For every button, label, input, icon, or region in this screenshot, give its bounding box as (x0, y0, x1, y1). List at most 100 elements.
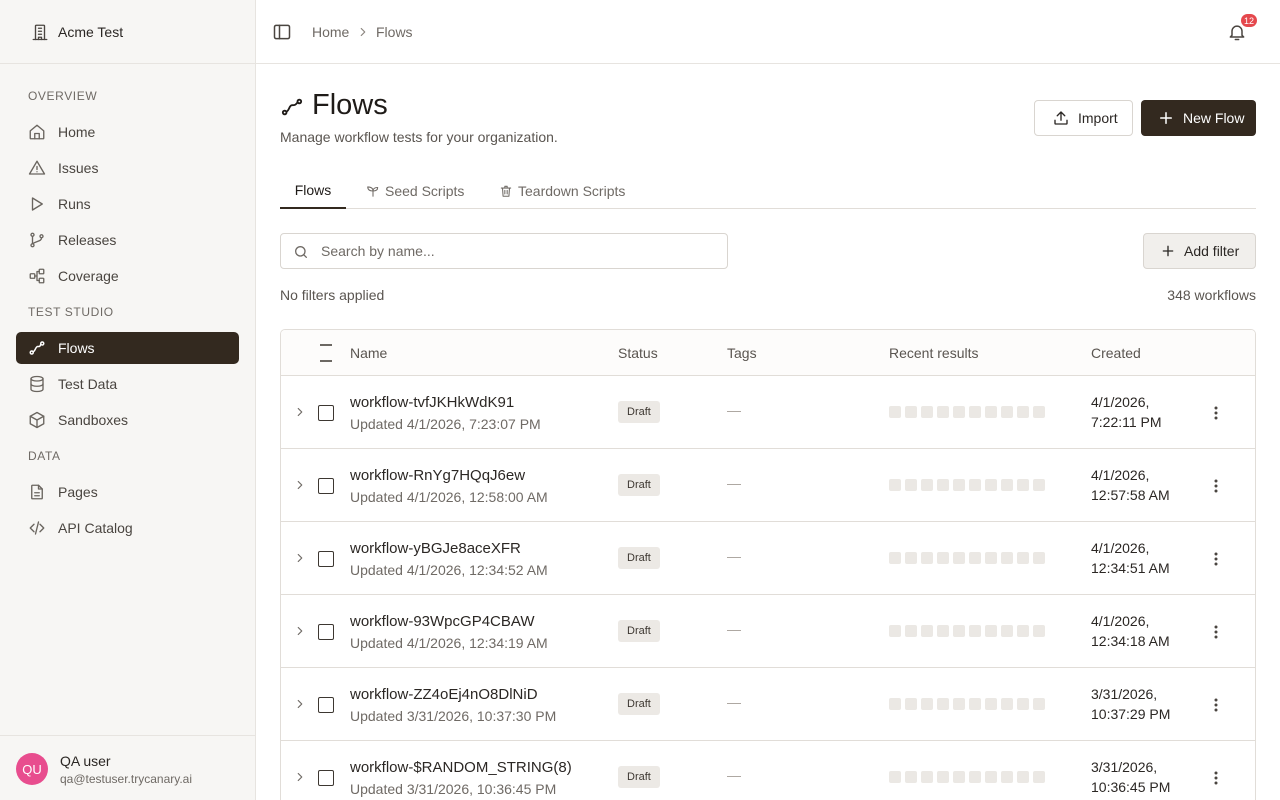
result-placeholder (1001, 625, 1013, 637)
tab-label: Flows (294, 181, 332, 198)
result-placeholder (1033, 552, 1045, 564)
sidebar-item-pages[interactable]: Pages (16, 476, 239, 508)
org-name: Acme Test (58, 23, 124, 40)
result-placeholder (889, 625, 901, 637)
result-placeholder (969, 406, 981, 418)
recent-results (889, 771, 1045, 783)
expand-chevron-icon[interactable] (293, 405, 307, 419)
sidebar-toggle-icon[interactable] (272, 22, 292, 42)
expand-chevron-icon[interactable] (293, 551, 307, 565)
table-row[interactable]: workflow-yBGJe8aceXFR Updated 4/1/2026, 1… (281, 522, 1255, 595)
file-text-icon (31, 484, 43, 500)
sidebar: Acme Test OVERVIEW Home Issues Runs Rele… (0, 0, 256, 800)
more-options-icon[interactable] (1206, 624, 1226, 640)
sidebar-item-label: Coverage (58, 268, 119, 284)
recent-results (889, 698, 1045, 710)
result-placeholder (889, 552, 901, 564)
column-header-tags[interactable]: Tags (727, 345, 757, 361)
sidebar-item-api-catalog[interactable]: API Catalog (16, 512, 239, 544)
search-input[interactable] (321, 234, 721, 268)
expand-chevron-icon[interactable] (293, 478, 307, 492)
result-placeholder (1017, 625, 1029, 637)
tab-label: Teardown Scripts (518, 182, 626, 199)
tab-seed-scripts[interactable]: Seed Scripts (366, 172, 464, 209)
route-icon (29, 341, 45, 355)
plus-icon (1160, 112, 1172, 124)
result-placeholder (1017, 771, 1029, 783)
more-options-icon[interactable] (1206, 478, 1226, 494)
row-checkbox[interactable] (318, 478, 334, 494)
more-options-icon[interactable] (1206, 551, 1226, 567)
result-placeholder (1033, 625, 1045, 637)
expand-chevron-icon[interactable] (293, 624, 307, 638)
workflow-name[interactable]: workflow-yBGJe8aceXFR (350, 540, 521, 557)
tab-teardown-scripts[interactable]: Teardown Scripts (499, 172, 625, 209)
table-row[interactable]: workflow-ZZ4oEj4nO8DlNiD Updated 3/31/202… (281, 668, 1255, 741)
result-placeholder (985, 552, 997, 564)
table-row[interactable]: workflow-93WpcGP4CBAW Updated 4/1/2026, 1… (281, 595, 1255, 668)
org-switcher[interactable]: Acme Test (0, 0, 255, 64)
sidebar-item-label: Test Data (58, 376, 118, 392)
result-placeholder (985, 698, 997, 710)
column-header-name[interactable]: Name (350, 345, 387, 361)
user-menu[interactable]: QU QA user qa@testuser.trycanary.ai (0, 735, 255, 800)
result-placeholder (889, 479, 901, 491)
sidebar-item-runs[interactable]: Runs (16, 188, 239, 220)
workflow-name[interactable]: workflow-$RANDOM_STRING(8) (350, 759, 572, 776)
table-row[interactable]: workflow-RnYg7HQqJ6ew Updated 4/1/2026, 1… (281, 449, 1255, 522)
box-icon (29, 411, 45, 429)
sprout-icon (367, 185, 379, 197)
created-date: 4/1/2026, 12:34:51 AM (1091, 540, 1170, 576)
chevron-right-icon (360, 27, 366, 37)
user-email: qa@testuser.trycanary.ai (60, 772, 193, 786)
new-flow-button-label: New Flow (1183, 110, 1245, 126)
new-flow-button[interactable]: New Flow (1141, 100, 1256, 136)
more-options-icon[interactable] (1206, 697, 1226, 713)
row-checkbox[interactable] (318, 697, 334, 713)
result-placeholder (905, 625, 917, 637)
add-filter-button[interactable]: Add filter (1143, 233, 1256, 269)
sidebar-item-label: Issues (58, 160, 99, 176)
sidebar-item-label: Releases (58, 232, 117, 248)
workflow-name[interactable]: workflow-93WpcGP4CBAW (350, 613, 534, 630)
column-header-status[interactable]: Status (618, 345, 658, 361)
result-placeholder (1017, 552, 1029, 564)
column-header-created[interactable]: Created (1091, 345, 1141, 361)
workflow-name[interactable]: workflow-ZZ4oEj4nO8DlNiD (350, 686, 538, 703)
sidebar-item-flows[interactable]: Flows (16, 332, 239, 364)
column-header-recent-results[interactable]: Recent results (889, 345, 978, 361)
breadcrumb-home[interactable]: Home (312, 24, 349, 40)
sidebar-item-test-data[interactable]: Test Data (16, 368, 239, 400)
result-placeholder (905, 479, 917, 491)
table-row[interactable]: workflow-$RANDOM_STRING(8) Updated 3/31/2… (281, 741, 1255, 800)
sidebar-item-label: Pages (58, 484, 98, 500)
result-placeholder (921, 771, 933, 783)
import-button[interactable]: Import (1034, 100, 1133, 136)
sidebar-item-home[interactable]: Home (16, 116, 239, 148)
expand-chevron-icon[interactable] (293, 770, 307, 784)
row-checkbox[interactable] (318, 405, 334, 421)
select-all-checkbox[interactable] (319, 344, 333, 362)
expand-chevron-icon[interactable] (293, 697, 307, 711)
row-checkbox[interactable] (318, 551, 334, 567)
sidebar-item-issues[interactable]: Issues (16, 152, 239, 184)
recent-results (889, 406, 1045, 418)
result-placeholder (937, 479, 949, 491)
sidebar-item-releases[interactable]: Releases (16, 224, 239, 256)
workflow-name[interactable]: workflow-tvfJKHkWdK91 (350, 394, 514, 411)
status-badge: Draft (618, 547, 660, 569)
more-options-icon[interactable] (1206, 770, 1226, 786)
row-checkbox[interactable] (318, 624, 334, 640)
sidebar-item-coverage[interactable]: Coverage (16, 260, 239, 292)
workflow-name[interactable]: workflow-RnYg7HQqJ6ew (350, 467, 525, 484)
result-placeholder (953, 406, 965, 418)
tab-flows[interactable]: Flows (280, 172, 346, 209)
row-checkbox[interactable] (318, 770, 334, 786)
sidebar-item-sandboxes[interactable]: Sandboxes (16, 404, 239, 436)
result-placeholder (921, 479, 933, 491)
workflow-updated: Updated 3/31/2026, 10:36:45 PM (350, 781, 557, 797)
table-row[interactable]: workflow-tvfJKHkWdK91 Updated 4/1/2026, 7… (281, 376, 1255, 449)
result-placeholder (905, 552, 917, 564)
more-options-icon[interactable] (1206, 405, 1226, 421)
avatar: QU (16, 753, 48, 785)
